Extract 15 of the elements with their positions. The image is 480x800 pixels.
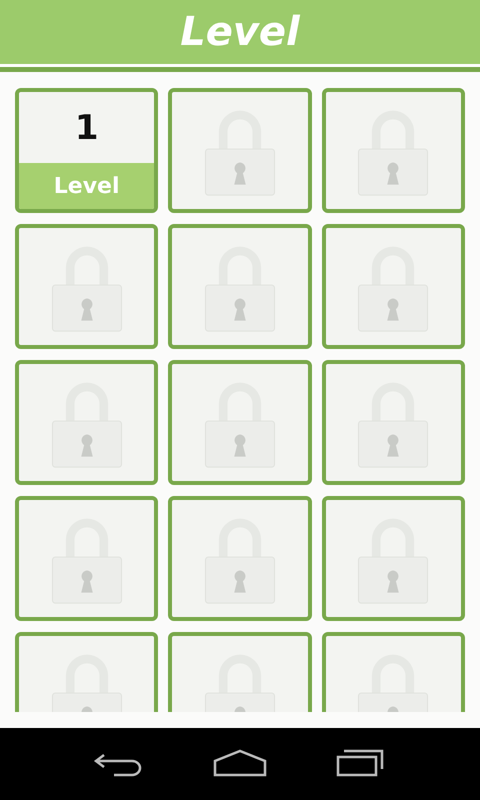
locked-level-tile[interactable] xyxy=(168,88,312,213)
level-label: Level xyxy=(19,163,154,209)
locked-level-tile[interactable] xyxy=(168,360,312,485)
locked-level-tile[interactable] xyxy=(322,496,465,621)
locked-level-tile[interactable] xyxy=(322,224,465,349)
locked-level-tile[interactable] xyxy=(15,496,158,621)
locked-level-tile[interactable] xyxy=(322,88,465,213)
level-number: 1 xyxy=(74,106,100,150)
level-tile[interactable]: 1 Level xyxy=(15,88,158,213)
locked-level-tile[interactable] xyxy=(168,224,312,349)
locked-level-tile[interactable] xyxy=(168,496,312,621)
locked-level-tile[interactable] xyxy=(322,360,465,485)
locked-level-tile[interactable] xyxy=(15,360,158,485)
locked-level-tile[interactable] xyxy=(15,224,158,349)
screen-title: Level xyxy=(180,9,300,55)
